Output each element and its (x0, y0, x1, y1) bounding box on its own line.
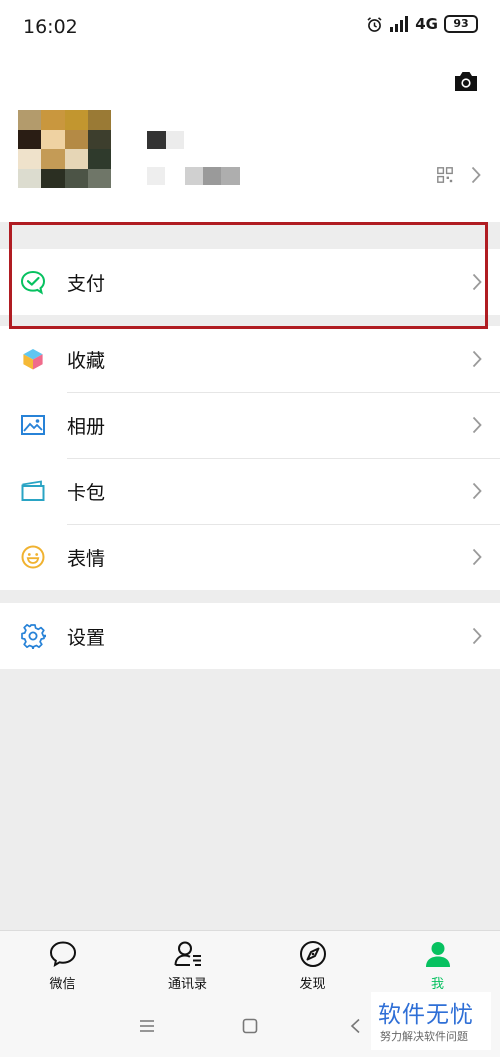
battery-level: 93 (444, 15, 478, 33)
tab-discover[interactable]: 发现 (250, 931, 375, 999)
bottom-tab-bar: 微信 通讯录 发现 我 (0, 930, 500, 999)
profile-header[interactable] (0, 56, 500, 222)
settings-gear-icon (21, 623, 46, 649)
watermark-title: 软件无忧 (378, 1002, 474, 1028)
pay-icon (20, 270, 46, 295)
nickname-blurred (147, 131, 184, 149)
camera-icon[interactable] (453, 70, 479, 92)
card-wallet-icon (21, 480, 45, 501)
tab-label: 通讯录 (167, 977, 207, 992)
menu-item-label: 表情 (67, 547, 106, 570)
wechat-id-blurred (147, 167, 240, 185)
tab-chats[interactable]: 微信 (0, 931, 125, 999)
alarm-icon (367, 16, 382, 32)
album-icon (21, 415, 45, 435)
chat-bubble-icon (49, 941, 76, 967)
menu-item-label: 相册 (67, 415, 106, 438)
menu-item-label: 支付 (67, 272, 106, 295)
menu-icon[interactable] (139, 1018, 155, 1034)
home-square-icon[interactable] (242, 1018, 258, 1034)
signal-icon (390, 16, 409, 32)
chevron-right-icon (472, 627, 482, 645)
chevron-right-icon (472, 416, 482, 434)
menu-item-favorites[interactable]: 收藏 (0, 326, 500, 392)
favorites-cube-icon (22, 348, 44, 371)
compass-icon (299, 941, 326, 967)
watermark-subtitle: 努力解决软件问题 (380, 1030, 468, 1043)
chevron-right-icon (472, 482, 482, 500)
avatar[interactable] (18, 110, 111, 188)
menu-group-settings: 设置 (0, 603, 500, 669)
tab-label: 我 (430, 977, 444, 992)
chevron-right-icon (472, 548, 482, 566)
status-time: 16:02 (23, 16, 78, 38)
watermark: 软件无忧 努力解决软件问题 (371, 992, 491, 1050)
menu-item-pay[interactable]: 支付 (0, 249, 500, 315)
tab-contacts[interactable]: 通讯录 (125, 931, 250, 999)
menu-item-card-wallet[interactable]: 卡包 (0, 458, 500, 524)
me-person-icon (425, 942, 450, 967)
back-icon[interactable] (349, 1018, 361, 1034)
menu-item-label: 设置 (67, 626, 106, 649)
chevron-right-icon (471, 166, 481, 184)
menu-item-stickers[interactable]: 表情 (0, 524, 500, 590)
qr-code-icon[interactable] (437, 167, 453, 183)
menu-item-settings[interactable]: 设置 (0, 603, 500, 669)
menu-item-label: 卡包 (67, 481, 106, 504)
menu-group-pay: 支付 (0, 249, 500, 315)
tab-me[interactable]: 我 (375, 931, 500, 999)
sticker-smile-icon (21, 545, 45, 569)
chevron-right-icon (472, 273, 482, 291)
menu-item-label: 收藏 (67, 349, 106, 372)
status-indicators: 4G 93 (366, 15, 478, 33)
menu-group-main: 收藏 相册 卡包 表情 (0, 326, 500, 590)
contacts-icon (174, 941, 201, 966)
status-bar: 16:02 4G 93 (0, 0, 500, 56)
tab-label: 微信 (49, 977, 76, 992)
tab-label: 发现 (299, 977, 326, 992)
network-type: 4G (415, 15, 438, 33)
chevron-right-icon (472, 350, 482, 368)
menu-item-album[interactable]: 相册 (0, 392, 500, 458)
